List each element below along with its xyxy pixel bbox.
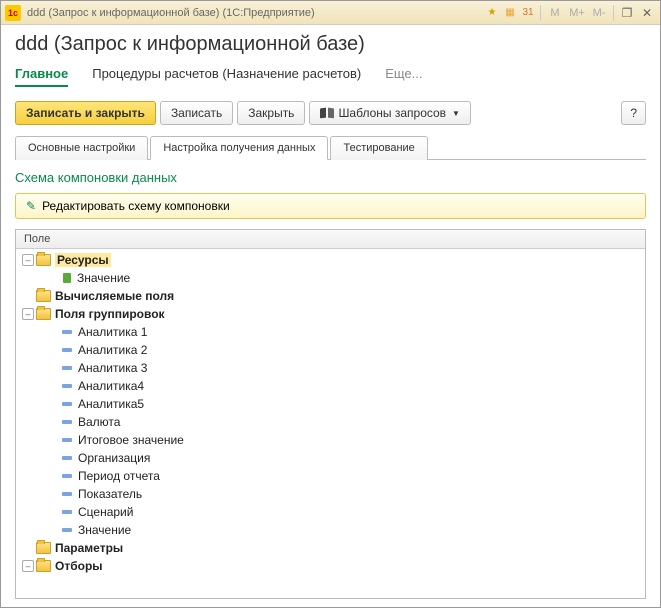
tree-leaf[interactable]: Период отчета: [16, 467, 645, 485]
folder-icon: [36, 254, 51, 266]
tab-testing[interactable]: Тестирование: [330, 136, 427, 160]
tree-node-filters[interactable]: – Отборы: [16, 557, 645, 575]
tree-leaf[interactable]: Сценарий: [16, 503, 645, 521]
field-icon: [62, 474, 72, 478]
folder-icon: [36, 308, 51, 320]
nav-procedures[interactable]: Процедуры расчетов (Назначение расчетов): [92, 66, 361, 87]
tree-leaf[interactable]: Показатель: [16, 485, 645, 503]
field-icon: [62, 420, 72, 424]
nav-more[interactable]: Еще...: [385, 66, 422, 87]
tree-leaf[interactable]: Аналитика 2: [16, 341, 645, 359]
memory-m-button[interactable]: M: [545, 5, 565, 21]
help-button[interactable]: ?: [621, 101, 646, 125]
query-templates-button[interactable]: Шаблоны запросов ▼: [309, 101, 471, 125]
collapse-icon[interactable]: –: [22, 308, 34, 320]
tree-leaf[interactable]: Аналитика4: [16, 377, 645, 395]
folder-icon: [36, 560, 51, 572]
resource-field-icon: [63, 273, 71, 283]
tree-leaf-value[interactable]: Значение: [16, 269, 645, 287]
page-title: ddd (Запрос к информационной базе): [15, 33, 646, 56]
fields-tree[interactable]: – Ресурсы Значение Вычисляемые поля –: [16, 249, 645, 577]
field-icon: [62, 510, 72, 514]
dcs-section-title: Схема компоновки данных: [15, 170, 646, 185]
grid-header-field: Поле: [16, 230, 645, 249]
edit-schema-label: Редактировать схему компоновки: [42, 199, 230, 213]
memory-mplus-button[interactable]: M+: [567, 5, 587, 21]
edit-icon: ✎: [26, 199, 36, 213]
memory-mminus-button[interactable]: M-: [589, 5, 609, 21]
close-button[interactable]: Закрыть: [237, 101, 305, 125]
tabs: Основные настройки Настройка получения д…: [15, 135, 646, 160]
book-icon: [320, 107, 334, 119]
fields-grid: Поле – Ресурсы Значение Вычисляемые поля: [15, 229, 646, 599]
nav-main[interactable]: Главное: [15, 66, 68, 87]
tree-leaf[interactable]: Валюта: [16, 413, 645, 431]
window-restore-button[interactable]: ❐: [618, 5, 636, 21]
calculator-icon[interactable]: ▦: [502, 5, 518, 21]
collapse-icon[interactable]: –: [22, 560, 34, 572]
dropdown-arrow-icon: ▼: [452, 109, 460, 118]
toolbar: Записать и закрыть Записать Закрыть Шабл…: [15, 101, 646, 125]
field-icon: [62, 366, 72, 370]
field-icon: [62, 456, 72, 460]
field-icon: [62, 402, 72, 406]
window-title: ddd (Запрос к информационной базе) (1С:П…: [27, 7, 484, 19]
favorite-icon[interactable]: ★: [484, 5, 500, 21]
tree-node-group-fields[interactable]: – Поля группировок: [16, 305, 645, 323]
calendar-icon[interactable]: 31: [520, 5, 536, 21]
field-icon: [62, 348, 72, 352]
folder-icon: [36, 542, 51, 554]
collapse-icon[interactable]: –: [22, 254, 34, 266]
tree-leaf[interactable]: Аналитика5: [16, 395, 645, 413]
folder-icon: [36, 290, 51, 302]
tree-leaf[interactable]: Итоговое значение: [16, 431, 645, 449]
tree-node-parameters[interactable]: Параметры: [16, 539, 645, 557]
tree-leaf[interactable]: Значение: [16, 521, 645, 539]
templates-label: Шаблоны запросов: [338, 106, 446, 120]
window-close-button[interactable]: ✕: [638, 5, 656, 21]
titlebar: 1c ddd (Запрос к информационной базе) (1…: [1, 1, 660, 25]
save-and-close-button[interactable]: Записать и закрыть: [15, 101, 156, 125]
tree-leaf[interactable]: Организация: [16, 449, 645, 467]
tree-node-resources[interactable]: – Ресурсы: [16, 251, 645, 269]
tab-data-settings[interactable]: Настройка получения данных: [150, 136, 328, 160]
application-window: 1c ddd (Запрос к информационной базе) (1…: [0, 0, 661, 608]
content-area: ddd (Запрос к информационной базе) Главн…: [1, 25, 660, 607]
field-icon: [62, 330, 72, 334]
field-icon: [62, 384, 72, 388]
field-icon: [62, 528, 72, 532]
tree-leaf[interactable]: Аналитика 1: [16, 323, 645, 341]
tab-main-settings[interactable]: Основные настройки: [15, 136, 148, 160]
field-icon: [62, 492, 72, 496]
app-logo-icon: 1c: [5, 5, 21, 21]
section-nav: Главное Процедуры расчетов (Назначение р…: [15, 66, 646, 87]
save-button[interactable]: Записать: [160, 101, 233, 125]
field-icon: [62, 438, 72, 442]
tree-node-calc-fields[interactable]: Вычисляемые поля: [16, 287, 645, 305]
tree-leaf[interactable]: Аналитика 3: [16, 359, 645, 377]
edit-schema-button[interactable]: ✎ Редактировать схему компоновки: [15, 193, 646, 219]
